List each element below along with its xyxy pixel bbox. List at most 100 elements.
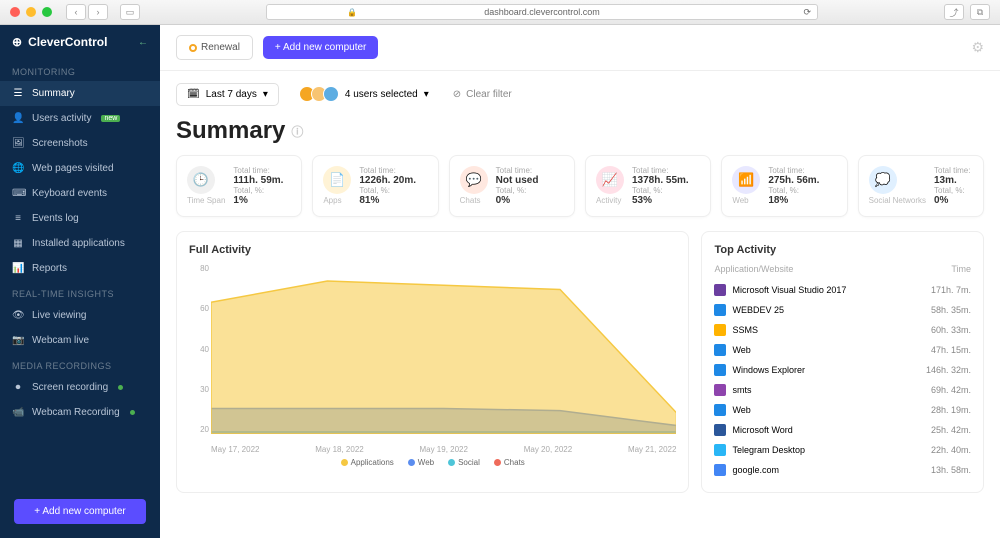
card-pct-value: 0% <box>934 195 973 206</box>
app-time: 60h. 33m. <box>931 325 971 335</box>
calendar-icon: 🗓 <box>187 89 200 100</box>
activity-row[interactable]: google.com 13h. 58m. <box>714 460 971 480</box>
app-name: Microsoft Visual Studio 2017 <box>732 285 846 295</box>
filter-icon: ⊘ <box>453 89 461 100</box>
users-filter[interactable]: 4 users selected ▾ <box>293 81 439 107</box>
nav-screenshots[interactable]: 🖼Screenshots <box>0 131 160 156</box>
globe-icon: 🌐 <box>12 163 24 174</box>
app-name: google.com <box>732 465 779 475</box>
screenrec-icon: ⏺ <box>12 382 24 393</box>
card-pct-value: 1% <box>233 195 291 206</box>
nav-events[interactable]: ≡Events log <box>0 206 160 231</box>
back-button[interactable]: ‹ <box>66 4 86 20</box>
add-computer-sidebar-button[interactable]: + Add new computer <box>14 499 146 524</box>
summary-card[interactable]: 💬 Chats Total time: Not used Total, %: 0… <box>449 155 575 217</box>
renewal-icon <box>189 44 197 52</box>
summary-card[interactable]: 🕒 Time Span Total time: 111h. 59m. Total… <box>176 155 302 217</box>
url-bar[interactable]: 🔒 dashboard.clevercontrol.com ⟳ <box>266 4 818 20</box>
page-title: Summary ⓘ <box>160 117 1000 155</box>
legend-item[interactable]: Chats <box>494 458 525 467</box>
nav-webpages[interactable]: 🌐Web pages visited <box>0 156 160 181</box>
maximize-window[interactable] <box>42 7 52 17</box>
activity-row[interactable]: Microsoft Word25h. 42m. <box>714 420 971 440</box>
nav-webcam-live[interactable]: 📷Webcam live <box>0 328 160 353</box>
sidebar: ⊕CleverControl ← MONITORING ☰Summary 👤Us… <box>0 25 160 538</box>
nav-screen-recording[interactable]: ⏺Screen recording <box>0 375 160 400</box>
lock-icon: 🔒 <box>347 8 357 17</box>
y-tick: 30 <box>189 385 209 394</box>
card-time-value: 13m. <box>934 175 973 186</box>
legend-item[interactable]: Web <box>408 458 434 467</box>
summary-card[interactable]: 📈 Activity Total time: 1378h. 55m. Total… <box>585 155 711 217</box>
nav-installed[interactable]: ▦Installed applications <box>0 231 160 256</box>
activity-row[interactable]: Web47h. 15m. <box>714 340 971 360</box>
activity-row[interactable]: SSMS 60h. 33m. <box>714 320 971 340</box>
legend-item[interactable]: Social <box>448 458 480 467</box>
avatar <box>323 86 339 102</box>
nav-webcam-recording[interactable]: 📹Webcam Recording <box>0 400 160 425</box>
card-pct-label: Total, %: <box>233 186 291 195</box>
share-button[interactable]: ⤴ <box>944 4 964 20</box>
card-time-value: 1226h. 20m. <box>359 175 427 186</box>
date-range-filter[interactable]: 🗓 Last 7 days ▾ <box>176 83 279 106</box>
summary-card[interactable]: 💭 Social Networks Total time: 13m. Total… <box>858 155 984 217</box>
card-pct-label: Total, %: <box>934 186 973 195</box>
reload-icon[interactable]: ⟳ <box>803 7 811 18</box>
forward-button[interactable]: › <box>88 4 108 20</box>
clear-filter-button[interactable]: ⊘ Clear filter <box>453 89 512 100</box>
card-time-value: 1378h. 55m. <box>632 175 700 186</box>
nav-reports[interactable]: 📊Reports <box>0 256 160 281</box>
top-activity-panel: Top Activity Application/Website Time Mi… <box>701 231 984 493</box>
settings-gear-icon[interactable]: ⚙ <box>971 39 984 56</box>
app-time: 13h. 58m. <box>931 465 971 475</box>
activity-row[interactable]: Microsoft Visual Studio 2017171h. 7m. <box>714 280 971 300</box>
card-icon: 💭 <box>869 166 897 194</box>
legend-dot <box>408 459 415 466</box>
nav-summary[interactable]: ☰Summary <box>0 81 160 106</box>
activity-row[interactable]: smts69h. 42m. <box>714 380 971 400</box>
card-time-label: Total time: <box>233 166 291 175</box>
legend-dot <box>448 459 455 466</box>
apps-icon: ▦ <box>12 238 24 249</box>
activity-row[interactable]: Windows Explorer146h. 32m. <box>714 360 971 380</box>
y-tick: 40 <box>189 345 209 354</box>
card-category: Apps <box>323 196 351 205</box>
sidebar-toggle[interactable]: ▭ <box>120 4 140 20</box>
close-window[interactable] <box>10 7 20 17</box>
app-name: SSMS <box>732 325 758 335</box>
info-icon[interactable]: ⓘ <box>291 123 303 140</box>
nav-keyboard[interactable]: ⌨Keyboard events <box>0 181 160 206</box>
x-tick: May 21, 2022 <box>628 445 676 454</box>
summary-card[interactable]: 📄 Apps Total time: 1226h. 20m. Total, %:… <box>312 155 438 217</box>
collapse-sidebar-icon[interactable]: ← <box>138 37 148 48</box>
minimize-window[interactable] <box>26 7 36 17</box>
tabs-button[interactable]: ⧉ <box>970 4 990 20</box>
live-icon: 👁 <box>12 310 24 321</box>
app-icon <box>714 344 726 356</box>
top-activity-title: Top Activity <box>714 244 971 256</box>
section-monitoring: MONITORING <box>0 59 160 81</box>
card-pct-value: 53% <box>632 195 700 206</box>
chart-title: Full Activity <box>189 244 676 256</box>
activity-row[interactable]: Telegram Desktop22h. 40m. <box>714 440 971 460</box>
add-computer-button[interactable]: + Add new computer <box>263 36 378 59</box>
legend-item[interactable]: Applications <box>341 458 394 467</box>
nav-users-activity[interactable]: 👤Users activitynew <box>0 106 160 131</box>
nav-live-viewing[interactable]: 👁Live viewing <box>0 303 160 328</box>
brand-logo: ⊕CleverControl ← <box>0 25 160 59</box>
user-avatars <box>303 86 339 102</box>
card-pct-value: 0% <box>496 195 564 206</box>
app-name: Telegram Desktop <box>732 445 805 455</box>
section-media: MEDIA RECORDINGS <box>0 353 160 375</box>
chart-x-axis: May 17, 2022May 18, 2022May 19, 2022May … <box>211 445 676 454</box>
card-pct-label: Total, %: <box>359 186 427 195</box>
card-category: Web <box>732 196 760 205</box>
renewal-button[interactable]: Renewal <box>176 35 253 60</box>
new-badge: new <box>101 115 120 122</box>
webcam-icon: 📷 <box>12 335 24 346</box>
activity-row[interactable]: Web28h. 19m. <box>714 400 971 420</box>
keyboard-icon: ⌨ <box>12 188 24 199</box>
summary-card[interactable]: 📶 Web Total time: 275h. 56m. Total, %: 1… <box>721 155 847 217</box>
activity-row[interactable]: WEBDEV 2558h. 35m. <box>714 300 971 320</box>
url-text: dashboard.clevercontrol.com <box>484 7 600 17</box>
